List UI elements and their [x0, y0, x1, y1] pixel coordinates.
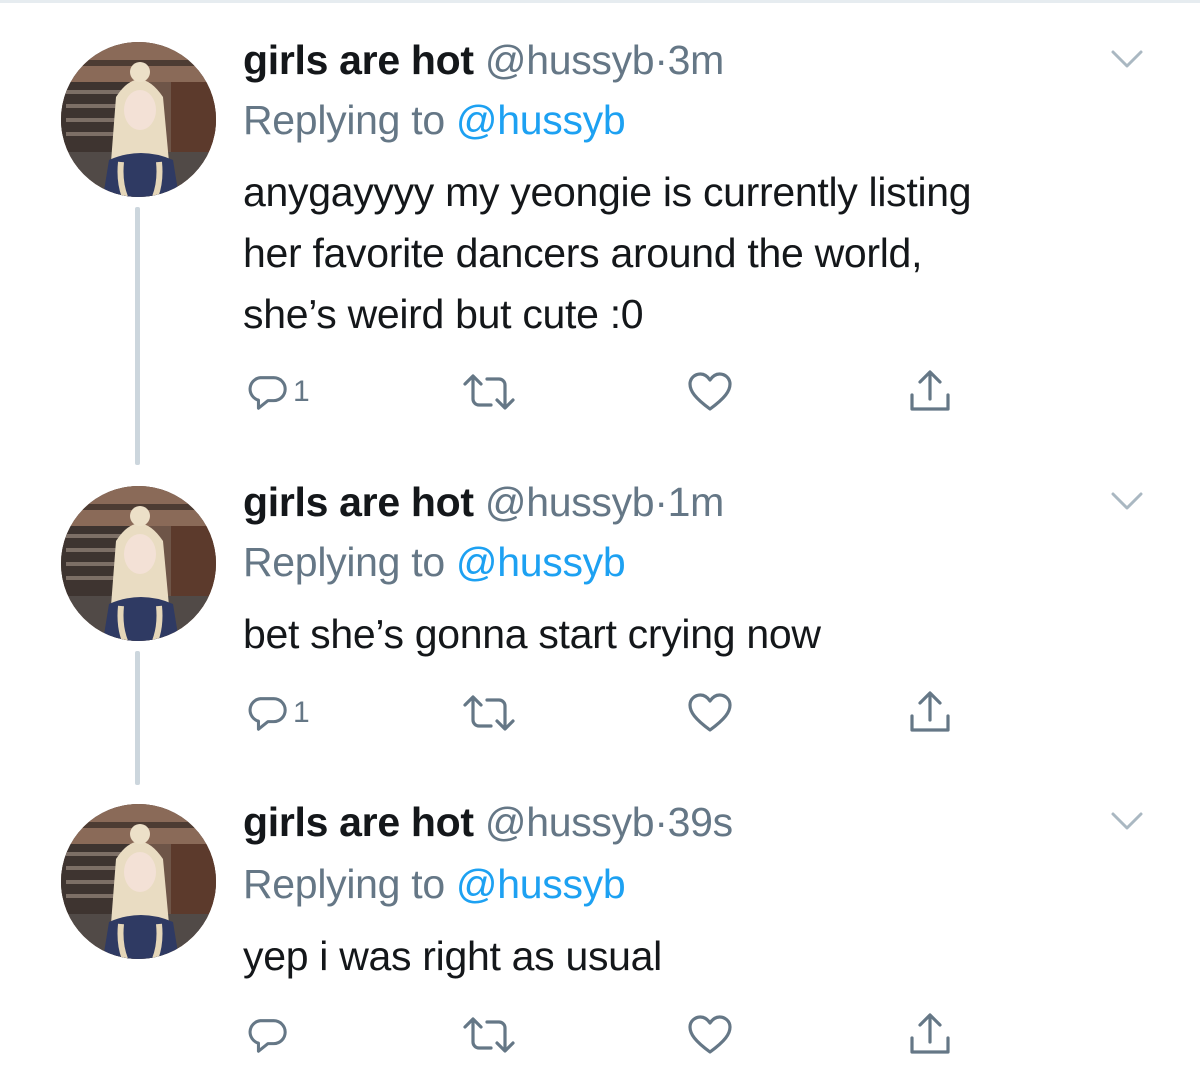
reply-button[interactable]: [247, 1010, 293, 1060]
reply-button[interactable]: 1: [247, 367, 310, 417]
mention-link[interactable]: @hussyb: [456, 539, 626, 585]
replying-prefix: Replying to: [243, 97, 445, 143]
tweet[interactable]: girls are hot @hussyb·1m Replying to @hu…: [0, 460, 1200, 782]
timestamp[interactable]: 1m: [668, 479, 725, 525]
tweet-text-line: yep i was right as usual: [243, 933, 662, 979]
chevron-down-icon[interactable]: [1110, 810, 1144, 832]
display-name[interactable]: girls are hot: [243, 799, 474, 845]
tweet-text: bet she’s gonna start crying now: [243, 604, 1143, 665]
avatar[interactable]: [61, 486, 216, 641]
share-icon: [907, 690, 953, 736]
tweet-actions: [243, 1010, 963, 1060]
tweet-text-line: bet she’s gonna start crying now: [243, 611, 821, 657]
like-button[interactable]: [687, 367, 733, 417]
reply-count: 1: [293, 696, 310, 729]
reply-icon: [247, 371, 289, 413]
tweet-text: anygayyyy my yeongie is currently listin…: [243, 162, 1143, 345]
mention-link[interactable]: @hussyb: [456, 861, 626, 907]
chevron-down-icon[interactable]: [1110, 48, 1144, 70]
timestamp[interactable]: 39s: [668, 799, 734, 845]
share-button[interactable]: [907, 688, 953, 738]
retweet-button[interactable]: [461, 367, 517, 417]
replying-prefix: Replying to: [243, 539, 445, 585]
reply-icon: [247, 692, 289, 734]
share-icon: [907, 1012, 953, 1058]
tweet[interactable]: girls are hot @hussyb·39s Replying to @h…: [0, 782, 1200, 1082]
share-icon: [907, 369, 953, 415]
tweet-text-line: anygayyyy my yeongie is currently listin…: [243, 169, 972, 215]
retweet-icon: [461, 691, 517, 735]
tweet-actions: 1: [243, 367, 963, 417]
separator-dot: ·: [654, 37, 668, 83]
heart-icon: [687, 371, 733, 413]
replying-to: Replying to @hussyb: [243, 860, 626, 908]
retweet-icon: [461, 1013, 517, 1057]
tweet-header: girls are hot @hussyb·3m: [243, 36, 724, 84]
avatar[interactable]: [61, 42, 216, 197]
tweet-header: girls are hot @hussyb·1m: [243, 478, 724, 526]
tweet-text-line: her favorite dancers around the world,: [243, 230, 923, 276]
avatar[interactable]: [61, 804, 216, 959]
retweet-icon: [461, 370, 517, 414]
tweet-actions: 1: [243, 688, 963, 738]
like-button[interactable]: [687, 688, 733, 738]
heart-icon: [687, 1014, 733, 1056]
user-handle[interactable]: @hussyb: [485, 479, 655, 525]
like-button[interactable]: [687, 1010, 733, 1060]
display-name[interactable]: girls are hot: [243, 37, 474, 83]
reply-count: 1: [293, 375, 310, 408]
user-handle[interactable]: @hussyb: [485, 37, 655, 83]
replying-prefix: Replying to: [243, 861, 445, 907]
replying-to: Replying to @hussyb: [243, 538, 626, 586]
retweet-button[interactable]: [461, 688, 517, 738]
display-name[interactable]: girls are hot: [243, 479, 474, 525]
reply-button[interactable]: 1: [247, 688, 310, 738]
separator-dot: ·: [654, 479, 668, 525]
tweet-header: girls are hot @hussyb·39s: [243, 798, 733, 846]
share-button[interactable]: [907, 367, 953, 417]
separator-dot: ·: [654, 799, 668, 845]
share-button[interactable]: [907, 1010, 953, 1060]
tweet-text: yep i was right as usual: [243, 926, 1143, 987]
retweet-button[interactable]: [461, 1010, 517, 1060]
replying-to: Replying to @hussyb: [243, 96, 626, 144]
mention-link[interactable]: @hussyb: [456, 97, 626, 143]
timestamp[interactable]: 3m: [668, 37, 725, 83]
user-handle[interactable]: @hussyb: [485, 799, 655, 845]
heart-icon: [687, 692, 733, 734]
tweet[interactable]: girls are hot @hussyb·3m Replying to @hu…: [0, 0, 1200, 460]
tweet-text-line: she’s weird but cute :0: [243, 291, 644, 337]
chevron-down-icon[interactable]: [1110, 490, 1144, 512]
reply-icon: [247, 1014, 289, 1056]
